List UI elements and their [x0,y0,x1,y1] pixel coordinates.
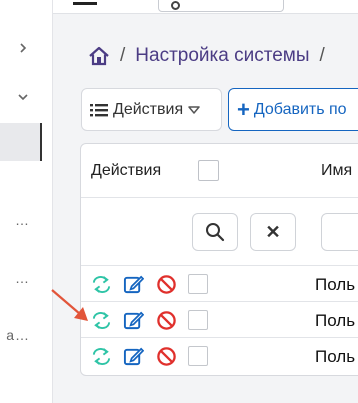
row-checkbox[interactable] [188,310,208,330]
breadcrumb: / Настройка системы / [88,42,325,70]
search-icon [171,1,180,10]
column-header-name[interactable]: Имя [321,162,352,180]
add-button[interactable]: + Добавить по [228,88,358,131]
block-icon[interactable] [156,346,177,367]
sync-icon[interactable] [91,346,112,367]
select-all-checkbox[interactable] [198,160,219,181]
caret-down-icon [188,105,200,114]
global-search-field[interactable] [158,0,284,12]
sync-icon[interactable] [91,310,112,331]
edit-icon[interactable] [123,310,144,331]
add-button-label: Добавить по [253,100,347,118]
table-row: Поль [81,302,358,338]
plus-icon: + [237,96,250,122]
sidebar-item-truncated[interactable]: а… [0,327,30,343]
block-icon[interactable] [156,274,177,295]
chevron-right-icon[interactable] [17,42,29,54]
breadcrumb-separator: / [120,45,126,66]
table-row: Поль [81,266,358,302]
edit-icon[interactable] [123,346,144,367]
block-icon[interactable] [156,310,177,331]
column-header-actions: Действия [91,162,162,179]
actions-button-label: Действия [113,100,184,118]
table-row: Поль [81,338,358,374]
chevron-down-icon[interactable] [17,91,29,103]
search-icon [206,223,225,242]
filter-row: ✕ [81,198,358,266]
list-icon [90,103,108,116]
filter-clear-button[interactable]: ✕ [250,213,296,251]
sync-icon[interactable] [91,274,112,295]
table-header-row: Действия Имя [81,144,358,198]
edit-icon[interactable] [123,274,144,295]
sidebar: … … а… [0,0,53,403]
home-icon[interactable] [88,46,110,66]
filter-search-button[interactable] [192,213,238,251]
app-screen: … … а… / Настройка системы / Действия + … [0,0,358,403]
breadcrumb-current[interactable]: Настройка системы [135,45,309,67]
sidebar-item-truncated[interactable]: … [0,212,30,228]
row-checkbox[interactable] [188,274,208,294]
row-name: Поль [315,275,356,294]
breadcrumb-separator: / [319,45,325,66]
sidebar-item-truncated[interactable]: … [0,270,30,286]
row-checkbox[interactable] [188,346,208,366]
sidebar-item-active[interactable] [0,123,42,161]
data-table: Действия Имя ✕ Поль Поль Поль [80,143,358,376]
name-filter-input[interactable] [321,213,358,251]
hamburger-menu-icon[interactable] [73,0,97,8]
close-icon: ✕ [265,221,281,242]
actions-dropdown-button[interactable]: Действия [81,88,222,131]
row-name: Поль [315,311,356,330]
annotation-arrow-icon [51,289,88,321]
row-name: Поль [315,347,356,366]
